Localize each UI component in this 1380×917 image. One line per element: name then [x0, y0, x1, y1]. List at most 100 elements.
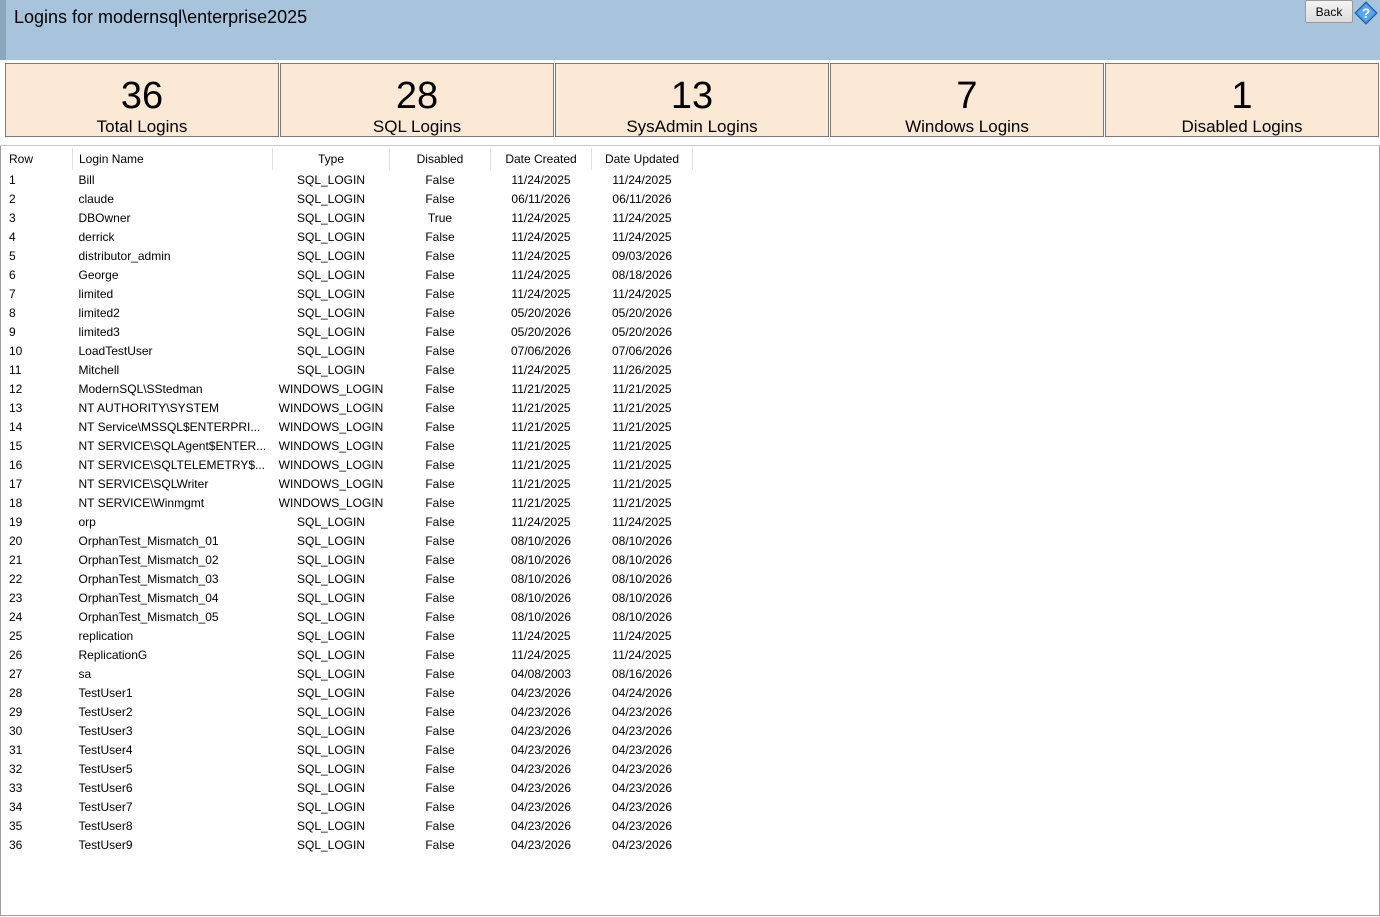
table-row[interactable]: 10 LoadTestUser SQL_LOGIN False 07/06/2026 07… — [4, 341, 693, 360]
cell-disabled: True — [427, 210, 453, 225]
tile-total-logins: 36 Total Logins — [5, 63, 279, 137]
table-row[interactable]: 2 claude SQL_LOGIN False 06/11/2026 06/11/202… — [4, 189, 693, 208]
table-row[interactable]: 11 Mitchell SQL_LOGIN False 11/24/2025 11/26/… — [4, 360, 693, 379]
table-row[interactable]: 9 limited3 SQL_LOGIN False 05/20/2026 05/20/2… — [4, 322, 693, 341]
cell-row: 29 — [9, 704, 23, 719]
table-row[interactable]: 29 TestUser2 SQL_LOGIN False 04/23/2026 04/23… — [4, 702, 693, 721]
tile-label: SQL Logins — [372, 117, 462, 136]
cell-type: SQL_LOGIN — [296, 666, 366, 681]
table-row[interactable]: 34 TestUser7 SQL_LOGIN False 04/23/2026 04/23… — [4, 797, 693, 816]
cell-date-updated: 11/21/2025 — [612, 381, 672, 396]
cell-date-created: 06/11/2026 — [511, 191, 571, 206]
column-header-disabled[interactable]: Disabled — [389, 148, 491, 170]
table-row[interactable]: 36 TestUser9 SQL_LOGIN False 04/23/2026 04/23… — [4, 835, 693, 854]
table-row[interactable]: 33 TestUser6 SQL_LOGIN False 04/23/2026 04/23… — [4, 778, 693, 797]
cell-row: 2 — [9, 191, 16, 206]
table-row[interactable]: 23 OrphanTest_Mismatch_04 SQL_LOGIN False 08… — [4, 588, 693, 607]
table-row[interactable]: 27 sa SQL_LOGIN False 04/08/2003 08/16/2026 — [4, 664, 693, 683]
table-row[interactable]: 20 OrphanTest_Mismatch_01 SQL_LOGIN False 08… — [4, 531, 693, 550]
cell-login-name: replication — [78, 628, 134, 643]
cell-type: WINDOWS_LOGIN — [278, 495, 384, 510]
cell-disabled: False — [425, 305, 455, 320]
table-row[interactable]: 30 TestUser3 SQL_LOGIN False 04/23/2026 04/23… — [4, 721, 693, 740]
cell-row: 11 — [9, 362, 22, 377]
cell-type: SQL_LOGIN — [296, 742, 366, 757]
column-header-date-created[interactable]: Date Created — [490, 148, 592, 170]
cell-date-created: 04/08/2003 — [510, 666, 572, 681]
table-row[interactable]: 26 ReplicationG SQL_LOGIN False 11/24/2025 11… — [4, 645, 693, 664]
logins-grid[interactable]: Row Login Name Type Disabled Date Create… — [0, 146, 1380, 916]
cell-date-updated: 05/20/2026 — [611, 324, 673, 339]
cell-date-created: 11/21/2025 — [511, 400, 571, 415]
tile-windows-logins: 7 Windows Logins — [830, 63, 1104, 137]
cell-row: 4 — [9, 229, 16, 244]
cell-date-created: 04/23/2026 — [510, 723, 572, 738]
cell-date-updated: 08/10/2026 — [611, 552, 673, 567]
table-row[interactable]: 8 limited2 SQL_LOGIN False 05/20/2026 05/20/2… — [4, 303, 693, 322]
table-row[interactable]: 28 TestUser1 SQL_LOGIN False 04/23/2026 04/24… — [4, 683, 693, 702]
logins-table: Row Login Name Type Disabled Date Create… — [4, 148, 693, 854]
cell-type: SQL_LOGIN — [296, 590, 366, 605]
cell-date-updated: 11/21/2025 — [612, 495, 672, 510]
cell-row: 10 — [9, 343, 23, 358]
cell-date-updated: 08/10/2026 — [611, 590, 673, 605]
cell-type: WINDOWS_LOGIN — [278, 457, 384, 472]
cell-date-created: 05/20/2026 — [510, 305, 572, 320]
table-row[interactable]: 13 NT AUTHORITY\SYSTEM WINDOWS_LOGIN False 1… — [4, 398, 693, 417]
table-row[interactable]: 24 OrphanTest_Mismatch_05 SQL_LOGIN False 08… — [4, 607, 693, 626]
cell-date-updated: 04/23/2026 — [611, 837, 673, 852]
table-row[interactable]: 7 limited SQL_LOGIN False 11/24/2025 11/24/20… — [4, 284, 693, 303]
table-row[interactable]: 25 replication SQL_LOGIN False 11/24/2025 11/… — [4, 626, 693, 645]
cell-row: 28 — [9, 685, 23, 700]
table-row[interactable]: 6 George SQL_LOGIN False 11/24/2025 08/18/202… — [4, 265, 693, 284]
table-row[interactable]: 1 Bill SQL_LOGIN False 11/24/2025 11/24/2025 — [4, 170, 693, 189]
cell-row: 24 — [9, 609, 23, 624]
table-row[interactable]: 16 NT SERVICE\SQLTELEMETRY$... WINDOWS_LOG… — [4, 455, 693, 474]
cell-login-name: NT Service\MSSQL$ENTERPRI... — [78, 419, 261, 434]
table-row[interactable]: 19 orp SQL_LOGIN False 11/24/2025 11/24/2025 — [4, 512, 693, 531]
cell-type: SQL_LOGIN — [296, 267, 366, 282]
cell-type: WINDOWS_LOGIN — [278, 476, 384, 491]
cell-disabled: False — [425, 476, 455, 491]
help-question-icon[interactable]: ? — [1354, 1, 1378, 25]
table-row[interactable]: 31 TestUser4 SQL_LOGIN False 04/23/2026 04/23… — [4, 740, 693, 759]
cell-login-name: TestUser2 — [78, 704, 133, 719]
cell-date-updated: 04/23/2026 — [611, 704, 673, 719]
column-header-type[interactable]: Type — [272, 148, 390, 170]
cell-date-updated: 08/10/2026 — [611, 571, 673, 586]
table-row[interactable]: 21 OrphanTest_Mismatch_02 SQL_LOGIN False 08… — [4, 550, 693, 569]
cell-login-name: DBOwner — [78, 210, 131, 225]
table-row[interactable]: 17 NT SERVICE\SQLWriter WINDOWS_LOGIN False… — [4, 474, 693, 493]
table-row[interactable]: 22 OrphanTest_Mismatch_03 SQL_LOGIN False 08… — [4, 569, 693, 588]
cell-date-updated: 11/21/2025 — [612, 438, 672, 453]
table-row[interactable]: 5 distributor_admin SQL_LOGIN False 11/24/20… — [4, 246, 693, 265]
cell-login-name: claude — [78, 191, 114, 206]
cell-disabled: False — [425, 742, 455, 757]
cell-type: SQL_LOGIN — [296, 324, 366, 339]
table-row[interactable]: 4 derrick SQL_LOGIN False 11/24/2025 11/24/20… — [4, 227, 693, 246]
cell-login-name: TestUser5 — [78, 761, 133, 776]
table-row[interactable]: 12 ModernSQL\SStedman WINDOWS_LOGIN False 11… — [4, 379, 693, 398]
table-row[interactable]: 18 NT SERVICE\Winmgmt WINDOWS_LOGIN False 11… — [4, 493, 693, 512]
cell-row: 35 — [9, 818, 23, 833]
cell-row: 6 — [9, 267, 16, 282]
column-header-row[interactable]: Row — [4, 148, 73, 170]
cell-date-created: 11/24/2025 — [511, 210, 571, 225]
back-button[interactable]: Back — [1305, 0, 1353, 23]
cell-type: SQL_LOGIN — [296, 780, 366, 795]
header-bar: Logins for modernsql\enterprise2025 Back… — [0, 0, 1380, 60]
table-row[interactable]: 32 TestUser5 SQL_LOGIN False 04/23/2026 04/23… — [4, 759, 693, 778]
table-row[interactable]: 15 NT SERVICE\SQLAgent$ENTER... WINDOWS_LO… — [4, 436, 693, 455]
cell-row: 7 — [9, 286, 16, 301]
table-row[interactable]: 35 TestUser8 SQL_LOGIN False 04/23/2026 04/23… — [4, 816, 693, 835]
cell-disabled: False — [425, 647, 455, 662]
table-row[interactable]: 14 NT Service\MSSQL$ENTERPRI... WINDOWS_LO… — [4, 417, 693, 436]
column-header-login-name[interactable]: Login Name — [72, 148, 273, 170]
cell-type: SQL_LOGIN — [296, 685, 366, 700]
column-header-date-updated[interactable]: Date Updated — [591, 148, 693, 170]
cell-login-name: limited — [78, 286, 114, 301]
cell-row: 36 — [9, 837, 23, 852]
cell-date-updated: 04/23/2026 — [611, 742, 673, 757]
table-row[interactable]: 3 DBOwner SQL_LOGIN True 11/24/2025 11/24/202… — [4, 208, 693, 227]
tile-label: Windows Logins — [905, 117, 1029, 136]
